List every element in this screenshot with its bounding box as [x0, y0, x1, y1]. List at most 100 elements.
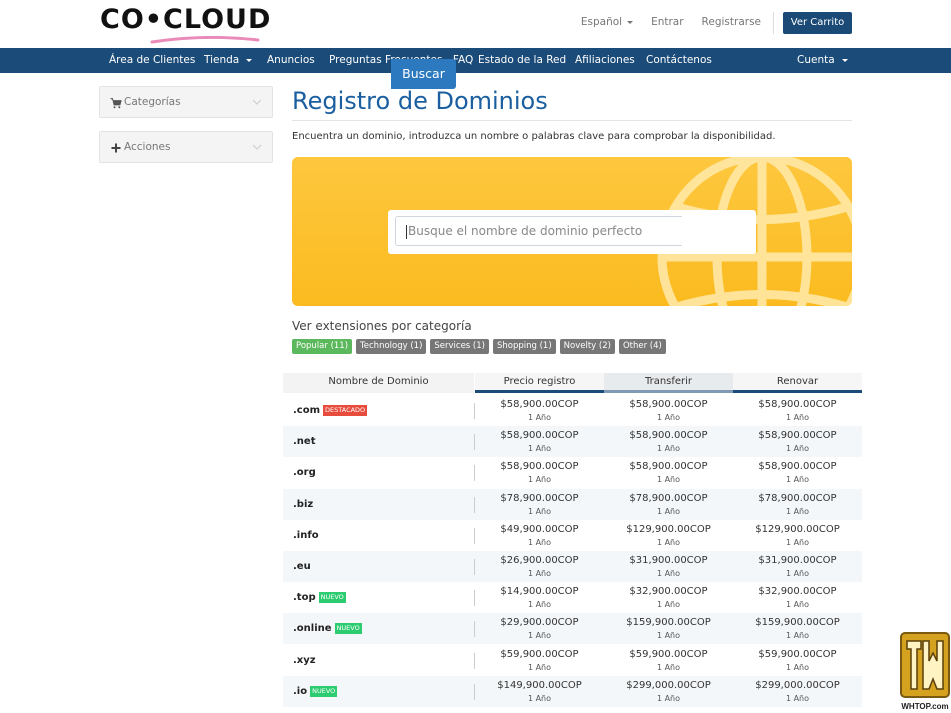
- table-row: .io NUEVO $149,900.00COP 1 Año $299,000.00CO…: [283, 675, 862, 707]
- price-value: $58,900.00COP: [500, 399, 579, 410]
- price-value: $58,900.00COP: [758, 399, 837, 410]
- domain-extension-label: .top: [293, 592, 316, 604]
- domain-extension: .biz: [293, 499, 313, 510]
- price-cell-renew: $58,900.00COP 1 Año: [733, 460, 862, 486]
- category-tag-other[interactable]: Other (4): [618, 339, 666, 354]
- watermark-text: WHTOP.com: [901, 702, 948, 711]
- nav-item-account[interactable]: Cuenta: [797, 48, 848, 73]
- price-value: $299,000.00COP: [755, 679, 840, 691]
- price-cell-transfer: $129,900.00COP 1 Año: [604, 523, 733, 549]
- price-value: $31,900.00COP: [758, 555, 837, 566]
- column-header-register[interactable]: Precio registro: [475, 373, 604, 393]
- status-badge: NUEVO: [334, 623, 362, 635]
- table-row: .net $58,900.00COP 1 Año $58,900.00COP 1 Año…: [283, 426, 862, 458]
- price-value: $32,900.00COP: [758, 586, 837, 598]
- domain-extension: .info: [293, 530, 319, 541]
- table-row: .info $49,900.00COP 1 Año $129,900.00COP 1 A…: [283, 520, 862, 551]
- price-cell-register: $59,900.00COP 1 Año: [475, 648, 604, 674]
- price-period: 1 Año: [656, 413, 681, 422]
- nav-item-announcements[interactable]: Anuncios: [267, 48, 315, 73]
- price-value: $14,900.00COP: [500, 586, 579, 598]
- price-cell-transfer: $299,000.00COP 1 Año: [604, 679, 733, 705]
- category-tag-services[interactable]: Services (1): [430, 339, 489, 354]
- price-period: 1 Año: [527, 600, 552, 610]
- price-cell-register: $58,900.00COP 1 Año: [475, 429, 604, 455]
- price-cell-transfer: $58,900.00COP 1 Año: [604, 460, 733, 486]
- domain-extension-label: .eu: [293, 561, 311, 572]
- price-period: 1 Año: [527, 631, 552, 641]
- price-cell-transfer: $159,900.00COP 1 Año: [604, 616, 733, 642]
- domain-extension: .io NUEVO: [293, 685, 338, 697]
- domain-extension: .online NUEVO: [293, 623, 362, 635]
- price-cell-register: $29,900.00COP 1 Año: [475, 616, 604, 642]
- price-value: $49,900.00COP: [500, 523, 579, 535]
- price-period: 1 Año: [656, 569, 681, 578]
- view-cart-button[interactable]: Ver Carrito: [783, 12, 852, 34]
- price-cell-renew: $32,900.00COP 1 Año: [733, 585, 862, 611]
- domain-extension-label: .biz: [293, 498, 314, 510]
- table-header: Nombre de Dominio Precio registro Transf…: [283, 373, 862, 393]
- price-value: $129,900.00COP: [755, 523, 840, 535]
- price-period: 1 Año: [527, 569, 552, 578]
- chevron-down-icon: [252, 99, 262, 105]
- column-header-domain[interactable]: Nombre de Dominio: [283, 373, 474, 393]
- nav-item-store[interactable]: Tienda: [204, 48, 253, 73]
- search-button[interactable]: Buscar: [391, 59, 456, 89]
- category-tag-technology[interactable]: Technology (1): [356, 339, 427, 354]
- price-period: 1 Año: [656, 662, 681, 672]
- price-cell-transfer: $58,900.00COP 1 Año: [604, 429, 733, 455]
- price-value: $299,000.00COP: [626, 679, 711, 691]
- price-cell-register: $58,900.00COP 1 Año: [475, 398, 604, 424]
- column-header-transfer[interactable]: Transferir: [604, 373, 733, 393]
- price-value: $78,900.00COP: [629, 492, 708, 504]
- register-link[interactable]: Registrarse: [702, 16, 761, 30]
- logo[interactable]: CO•CLOUD: [100, 4, 292, 44]
- language-selector[interactable]: Español: [581, 16, 634, 30]
- caret-down-icon: [841, 58, 848, 62]
- price-cell-register: $58,900.00COP 1 Año: [475, 460, 604, 486]
- nav-item-contact[interactable]: Contáctenos: [646, 48, 712, 73]
- status-badge: NUEVO: [318, 592, 346, 604]
- logo-swoosh-icon: [150, 36, 260, 44]
- price-value: $58,900.00COP: [758, 461, 837, 473]
- nav-item-affiliates[interactable]: Afiliaciones: [575, 48, 635, 73]
- price-value: $159,900.00COP: [755, 617, 840, 629]
- sidebar-categories-panel[interactable]: Categorías: [99, 86, 273, 118]
- price-period: 1 Año: [785, 631, 810, 641]
- category-tag-popular[interactable]: Popular (11): [292, 339, 353, 354]
- domain-search-input[interactable]: Busque el nombre de dominio perfecto: [395, 216, 682, 246]
- nav-item-client-area[interactable]: Área de Clientes: [109, 48, 195, 73]
- price-cell-transfer: $58,900.00COP 1 Año: [604, 398, 733, 424]
- price-period: 1 Año: [527, 662, 552, 672]
- price-period: 1 Año: [785, 537, 810, 547]
- logo-text: CO•CLOUD: [100, 4, 272, 35]
- price-period: 1 Año: [785, 506, 810, 516]
- price-value: $58,900.00COP: [500, 461, 579, 473]
- price-cell-register: $78,900.00COP 1 Año: [475, 492, 604, 518]
- category-tag-shopping[interactable]: Shopping (1): [492, 339, 556, 354]
- sidebar-actions-panel[interactable]: Acciones: [99, 131, 273, 163]
- price-period: 1 Año: [785, 693, 810, 703]
- table-row: .com DESTACADO $58,900.00COP 1 Año $58,900.0…: [283, 395, 862, 426]
- price-value: $29,900.00COP: [500, 617, 579, 629]
- price-period: 1 Año: [785, 413, 810, 422]
- price-cell-renew: $78,900.00COP 1 Año: [733, 492, 862, 518]
- price-period: 1 Año: [656, 693, 681, 703]
- login-link[interactable]: Entrar: [651, 16, 683, 30]
- price-value: $129,900.00COP: [626, 523, 711, 535]
- price-period: 1 Año: [656, 600, 681, 610]
- category-tag-novelty[interactable]: Novelty (2): [559, 339, 615, 354]
- column-header-renew[interactable]: Renovar: [733, 373, 862, 393]
- plus-icon: [111, 143, 121, 153]
- search-box: Busque el nombre de dominio perfecto: [388, 210, 756, 254]
- price-value: $59,900.00COP: [758, 648, 837, 660]
- price-value: $32,900.00COP: [629, 586, 708, 598]
- price-period: 1 Año: [785, 569, 810, 578]
- domain-extension-label: .net: [293, 436, 316, 448]
- nav-item-network-status[interactable]: Estado de la Red: [478, 48, 566, 73]
- price-cell-renew: $31,900.00COP 1 Año: [733, 554, 862, 580]
- caret-down-icon: [627, 20, 634, 24]
- divider: [292, 120, 852, 121]
- price-cell-transfer: $78,900.00COP 1 Año: [604, 492, 733, 518]
- domain-extension-label: .online: [293, 623, 332, 635]
